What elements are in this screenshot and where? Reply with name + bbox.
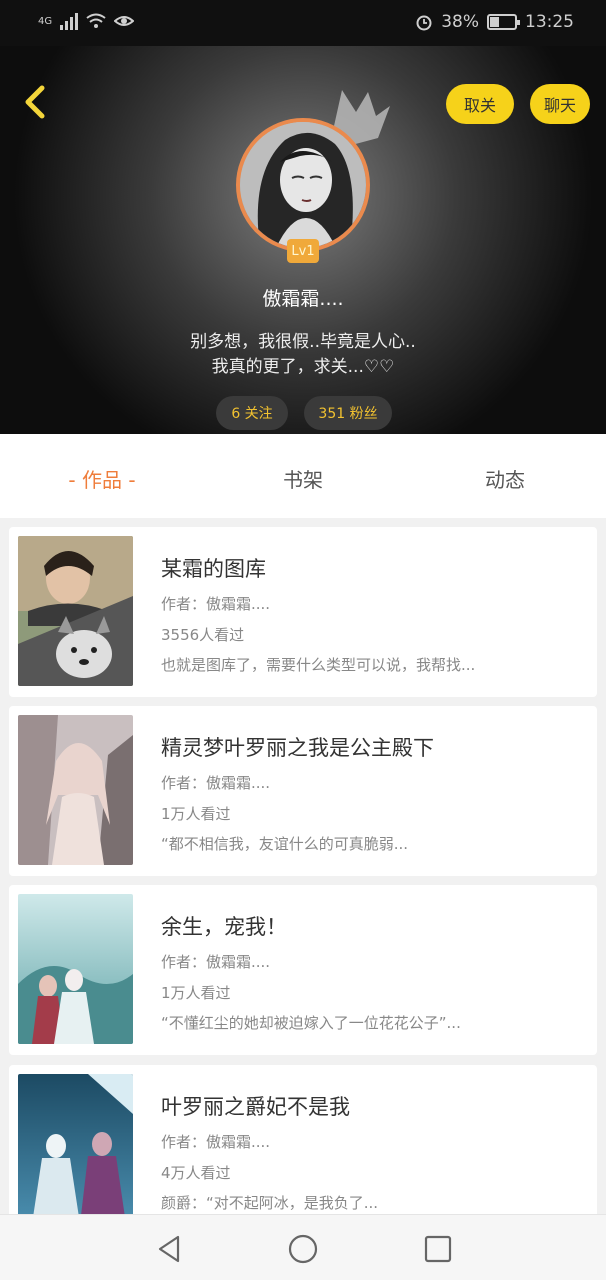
book-views: 4万人看过 [161, 1164, 231, 1182]
book-description: 也就是图库了，需要什么类型可以说，我帮找... [161, 656, 476, 674]
book-description: “都不相信我，友谊什么的可真脆弱... [161, 835, 409, 853]
wifi-icon [86, 13, 106, 28]
tab-bar: - 作品 - 书架 动态 [0, 434, 606, 518]
book-views: 1万人看过 [161, 805, 231, 823]
list-item[interactable]: 某霜的图库 作者：傲霜霜.... 3556人看过 也就是图库了，需要什么类型可以… [9, 527, 597, 697]
chat-button[interactable]: 聊天 [530, 84, 590, 124]
book-cover [18, 536, 133, 686]
following-count[interactable]: 6 关注 [216, 396, 288, 430]
book-author: 作者：傲霜霜.... [161, 595, 271, 613]
book-author: 作者：傲霜霜.... [161, 953, 271, 971]
tab-dynamic[interactable]: 动态 [435, 464, 575, 493]
status-bar: 4G 38% 13:25 [0, 0, 606, 46]
list-item[interactable]: 精灵梦叶罗丽之我是公主殿下 作者：傲霜霜.... 1万人看过 “都不相信我，友谊… [9, 706, 597, 876]
tab-bookshelf[interactable]: 书架 [233, 464, 373, 493]
book-title: 余生，宠我！ [161, 915, 287, 939]
list-item[interactable]: 余生，宠我！ 作者：傲霜霜.... 1万人看过 “不懂红尘的她却被迫嫁入了一位花… [9, 885, 597, 1055]
book-title: 某霜的图库 [161, 557, 266, 581]
system-nav-bar [0, 1214, 606, 1280]
fans-count[interactable]: 351 粉丝 [304, 396, 392, 430]
bio: 别多想，我很假..毕竟是人心.. 我真的更了，求关...♡♡ [0, 330, 606, 380]
unfollow-button[interactable]: 取关 [446, 84, 514, 124]
book-cover [18, 715, 133, 865]
eye-icon [114, 16, 135, 26]
book-description: “不懂红尘的她却被迫嫁入了一位花花公子”... [161, 1014, 461, 1032]
book-author: 作者：傲霜霜.... [161, 1133, 271, 1151]
works-list: 某霜的图库 作者：傲霜霜.... 3556人看过 也就是图库了，需要什么类型可以… [0, 518, 606, 1214]
book-author: 作者：傲霜霜.... [161, 774, 271, 792]
alarm-icon [416, 15, 432, 31]
nav-home-icon[interactable] [286, 1232, 320, 1266]
tab-works[interactable]: - 作品 - [32, 464, 172, 493]
list-item[interactable]: 叶罗丽之爵妃不是我 作者：傲霜霜.... 4万人看过 颜爵：“对不起阿冰，是我负… [9, 1065, 597, 1214]
clock: 13:25 [525, 12, 574, 32]
avatar[interactable] [236, 118, 370, 252]
signal-icon [60, 12, 79, 30]
profile-header: 取关 聊天 Lv1 傲霜霜.... 别多想，我很假..毕竟是人心.. 我真的更了… [0, 46, 606, 434]
avatar-portrait [240, 122, 366, 248]
bio-line: 别多想，我很假..毕竟是人心.. [190, 332, 416, 352]
nav-recents-icon[interactable] [421, 1232, 455, 1266]
nickname: 傲霜霜.... [262, 288, 344, 310]
book-title: 精灵梦叶罗丽之我是公主殿下 [161, 736, 434, 760]
level-badge: Lv1 [287, 239, 319, 263]
book-title: 叶罗丽之爵妃不是我 [161, 1095, 350, 1119]
back-chevron-icon[interactable] [16, 82, 56, 122]
bio-line: 我真的更了，求关...♡♡ [211, 357, 395, 377]
book-views: 3556人看过 [161, 626, 245, 644]
book-cover [18, 894, 133, 1044]
book-cover [18, 1074, 133, 1214]
battery-icon [487, 14, 520, 30]
nav-back-icon[interactable] [152, 1232, 186, 1266]
battery-percent: 38% [441, 12, 479, 32]
book-description: 颜爵：“对不起阿冰，是我负了... [161, 1194, 379, 1212]
network-type: 4G [38, 15, 53, 27]
book-views: 1万人看过 [161, 984, 231, 1002]
